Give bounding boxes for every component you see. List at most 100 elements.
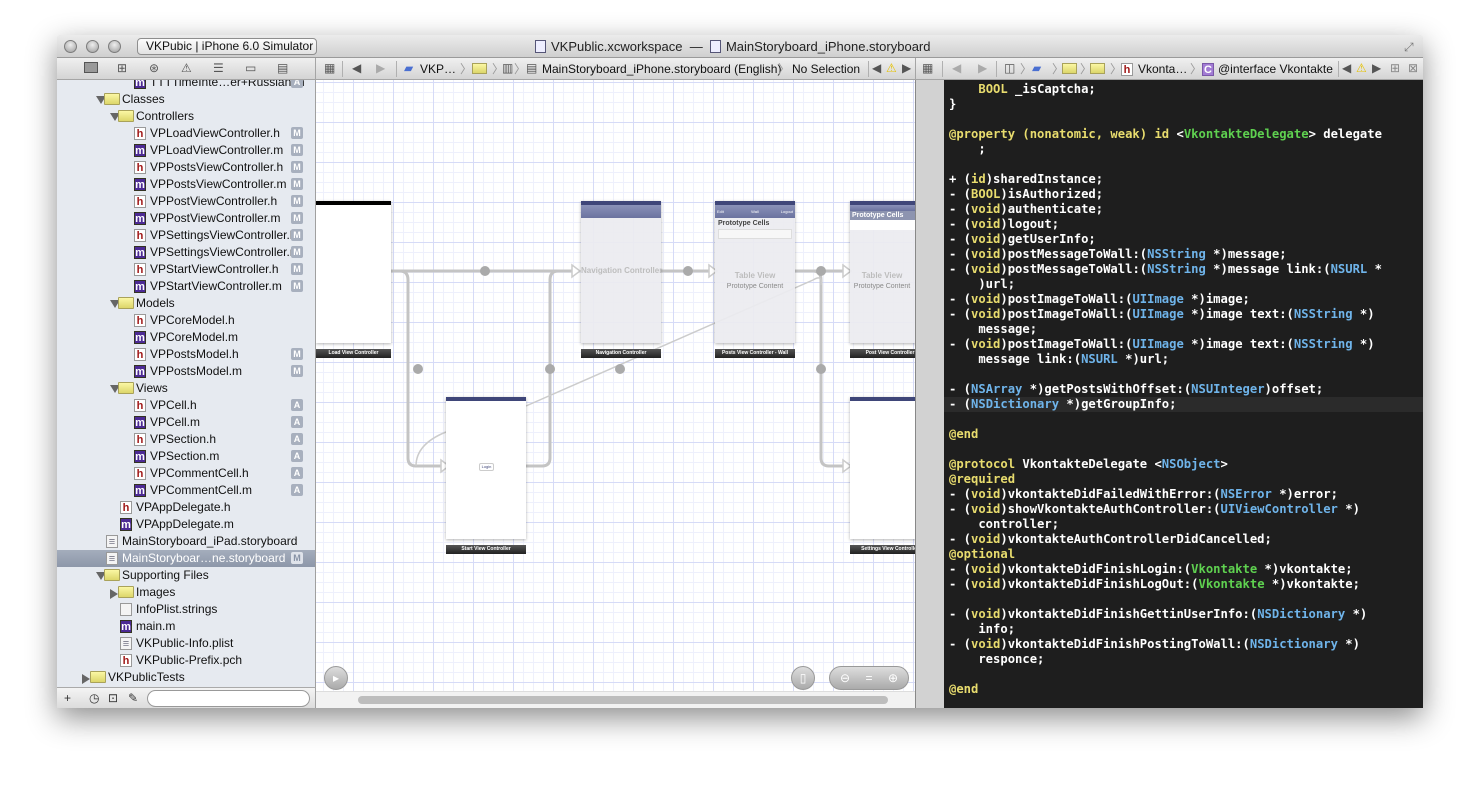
navigator-item[interactable]: m VPStartViewController.m M <box>57 278 315 295</box>
navigator-item[interactable]: m VPCoreModel.m <box>57 329 315 346</box>
navigator-item[interactable]: h VPAppDelegate.h <box>57 499 315 516</box>
navigator-item[interactable]: h VPPostsModel.h M <box>57 346 315 363</box>
code-line[interactable]: - (void)vkontakteDidFinishLogin:(Vkontak… <box>944 562 1423 577</box>
project-icon[interactable]: ▰ <box>1032 62 1041 75</box>
scene-label[interactable]: Start View Controller <box>446 545 526 554</box>
crumb-symbol[interactable]: @interface Vkontakte <box>1218 62 1333 76</box>
crumb-project[interactable]: VKP… <box>420 62 456 76</box>
filter-search-field[interactable] <box>147 690 310 707</box>
code-line[interactable]: - (void)postMessageToWall:(NSString *)me… <box>944 247 1423 262</box>
navigator-item[interactable]: ≡ VKPublic-Info.plist <box>57 635 315 652</box>
code-line[interactable]: ; <box>944 142 1423 157</box>
scene-label[interactable]: Post View Controller <box>850 349 915 358</box>
navigator-item[interactable]: h VPCell.h A <box>57 397 315 414</box>
navigator-item[interactable]: m VPSettingsViewController.m M <box>57 244 315 261</box>
navigator-item[interactable]: m main.m <box>57 618 315 635</box>
search-navigator-tab[interactable]: ⊛ <box>149 62 159 75</box>
form-factor-button[interactable]: ▯ <box>791 666 815 690</box>
log-navigator-tab[interactable]: ▤ <box>277 62 288 75</box>
code-line[interactable]: - (void)logout; <box>944 217 1423 232</box>
crumb-file[interactable]: MainStoryboard_iPhone.storyboard (Englis… <box>542 62 781 76</box>
code-line[interactable]: - (void)postImageToWall:(UIImage *)image… <box>944 307 1423 322</box>
code-line[interactable]: @end <box>944 682 1423 697</box>
scene-label[interactable]: Posts View Controller - Wall <box>715 349 795 358</box>
code-line[interactable]: controller; <box>944 517 1423 532</box>
navigator-item[interactable]: m VPAppDelegate.m <box>57 516 315 533</box>
code-line[interactable]: @optional <box>944 547 1423 562</box>
code-line[interactable] <box>944 367 1423 382</box>
code-line[interactable]: - (NSDictionary *)getGroupInfo; <box>944 397 1423 412</box>
crumb-selection[interactable]: No Selection <box>792 62 860 76</box>
crumb-folder[interactable] <box>472 62 487 76</box>
storyboard-canvas[interactable]: Load View Controller Navigation Controll… <box>316 80 916 708</box>
navigator-item[interactable]: h VPSettingsViewController.h M <box>57 227 315 244</box>
edit-bar-button[interactable]: Edit <box>717 205 724 218</box>
scroll-thumb[interactable] <box>358 696 888 704</box>
unsaved-filter-icon[interactable]: ✎ <box>128 691 138 705</box>
navigator-item[interactable]: h VPPostsViewController.h M <box>57 159 315 176</box>
code-line[interactable]: - (void)postImageToWall:(UIImage *)image… <box>944 292 1423 307</box>
navigator-item[interactable]: h VPCoreModel.h <box>57 312 315 329</box>
code-line[interactable]: - (BOOL)isAuthorized; <box>944 187 1423 202</box>
logout-bar-button[interactable]: Logout <box>781 205 793 218</box>
scene-posts-view-controller[interactable]: Edit Wall Logout Prototype Cells Table Vie… <box>715 201 795 343</box>
close-editor-button[interactable]: ⊠ <box>1408 62 1418 75</box>
code-editor[interactable]: BOOL _isCaptcha;} @property (nonatomic, w… <box>916 80 1423 708</box>
code-line[interactable]: @protocol VkontakteDelegate <NSObject> <box>944 457 1423 472</box>
crumb-folder[interactable] <box>1090 62 1105 76</box>
zoom-in-button[interactable]: ⊕ <box>881 667 905 689</box>
symbol-navigator-tab[interactable]: ⊞ <box>117 62 127 75</box>
code-line[interactable]: - (void)vkontakteDidFinishPostingToWall:… <box>944 637 1423 652</box>
scene-load-view-controller[interactable] <box>316 201 391 343</box>
navigator-item[interactable]: h VPStartViewController.h M <box>57 261 315 278</box>
navigator-item[interactable]: InfoPlist.strings <box>57 601 315 618</box>
previous-issue-button[interactable]: ◀ <box>1342 62 1351 75</box>
disclosure-triangle-icon[interactable] <box>110 589 118 599</box>
scene-post-view-controller[interactable]: Prototype Cells Table View Prototype Con… <box>850 201 915 343</box>
code-line[interactable] <box>944 412 1423 427</box>
add-icon[interactable]: + <box>64 691 71 705</box>
navigator-item[interactable]: Supporting Files <box>57 567 315 584</box>
code-line[interactable]: responce; <box>944 652 1423 667</box>
code-line[interactable]: - (void)vkontakteDidFinishGettinUserInfo… <box>944 607 1423 622</box>
scene-label[interactable]: Load View Controller <box>316 349 391 358</box>
navigator-item[interactable]: Classes <box>57 91 315 108</box>
code-line[interactable]: - (void)showVkontakteAuthController:(UIV… <box>944 502 1423 517</box>
code-line[interactable] <box>944 442 1423 457</box>
scene-label[interactable]: Settings View Controller <box>850 545 915 554</box>
code-line[interactable] <box>944 667 1423 682</box>
back-button[interactable]: ◀ <box>352 62 361 75</box>
minimize-button[interactable] <box>86 40 99 53</box>
navigator-item[interactable]: m VPPostsViewController.m M <box>57 176 315 193</box>
navigator-item[interactable]: m VPCell.m A <box>57 414 315 431</box>
navigator-item[interactable]: ≡ MainStoryboar…ne.storyboard M <box>57 550 315 567</box>
scene-start-view-controller[interactable]: Login <box>446 397 526 539</box>
document-outline-button[interactable]: ▸ <box>324 666 348 690</box>
issue-navigator-tab[interactable]: ⚠ <box>181 62 192 75</box>
code-line[interactable] <box>944 592 1423 607</box>
navigator-item[interactable]: m VPLoadViewController.m M <box>57 142 315 159</box>
split-view-icon[interactable]: ◫ <box>1004 62 1015 75</box>
code-line[interactable]: - (void)vkontakteDidFinishLogOut:(Vkonta… <box>944 577 1423 592</box>
navigator-item[interactable]: h VPCommentCell.h A <box>57 465 315 482</box>
code-line[interactable]: } <box>944 97 1423 112</box>
code-line[interactable]: - (void)getUserInfo; <box>944 232 1423 247</box>
debug-navigator-tab[interactable]: ☰ <box>213 62 224 75</box>
navigator-item[interactable]: m VPPostsModel.m M <box>57 363 315 380</box>
code-line[interactable]: - (void)vkontakteAuthControllerDidCancel… <box>944 532 1423 547</box>
zoom-button[interactable] <box>108 40 121 53</box>
code-line[interactable]: BOOL _isCaptcha; <box>944 82 1423 97</box>
storyboard-group-icon[interactable]: ▥ <box>502 62 513 75</box>
code-line[interactable]: message; <box>944 322 1423 337</box>
disclosure-triangle-icon[interactable] <box>82 674 90 684</box>
code-line[interactable]: info; <box>944 622 1423 637</box>
code-line[interactable]: - (void)postImageToWall:(UIImage *)image… <box>944 337 1423 352</box>
code-line[interactable]: @end <box>944 427 1423 442</box>
scene-navigation-controller[interactable]: Navigation Controller <box>581 201 662 343</box>
navigator-item[interactable]: m VPSection.m A <box>57 448 315 465</box>
navigator-item[interactable]: Controllers <box>57 108 315 125</box>
breakpoint-navigator-tab[interactable]: ▭ <box>245 62 256 75</box>
code-line[interactable] <box>944 157 1423 172</box>
prototype-cell[interactable] <box>718 229 792 239</box>
navigator-item[interactable]: Views <box>57 380 315 397</box>
